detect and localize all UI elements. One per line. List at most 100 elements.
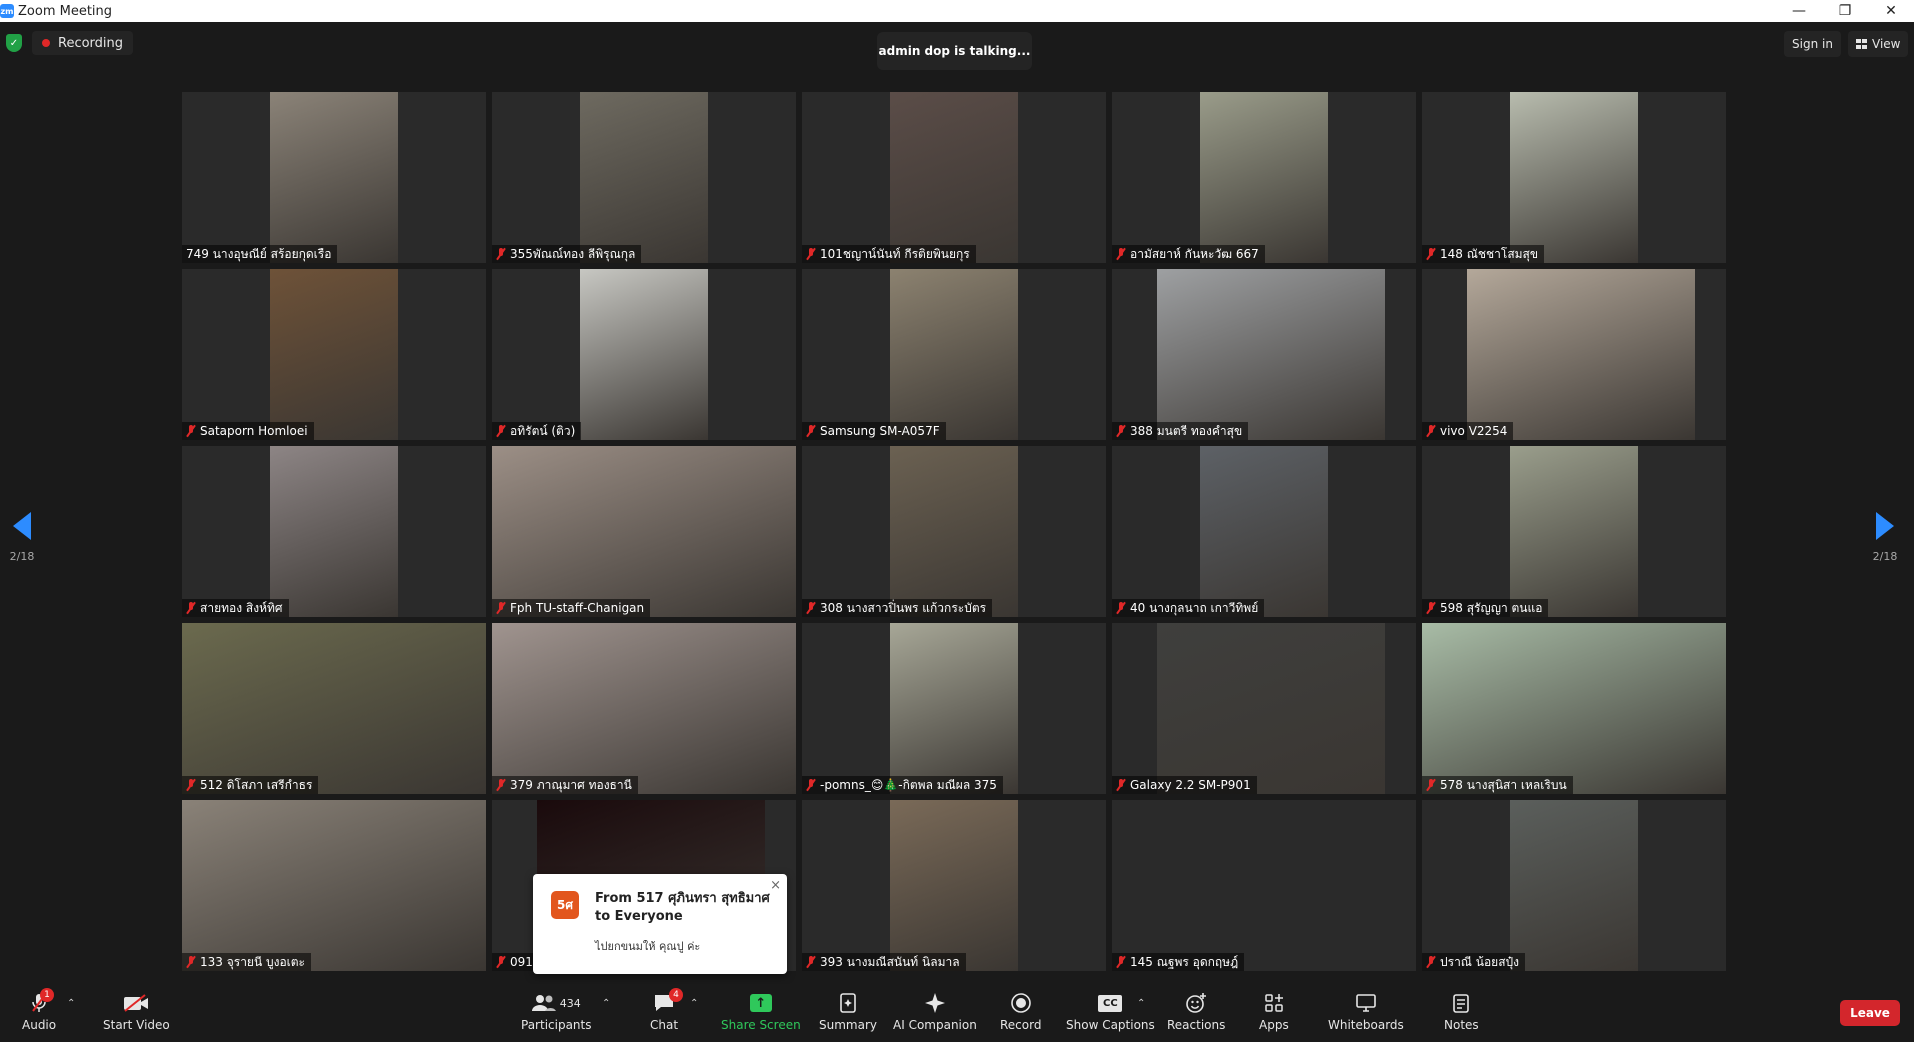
mic-muted-icon (1116, 248, 1126, 260)
participant-tile[interactable]: 578 นางสุนิสา เหลเริบน (1422, 623, 1726, 794)
participant-tile[interactable]: Galaxy 2.2 SM-P901 (1112, 623, 1416, 794)
participant-tile[interactable]: 393 นางมณีสนันท์ นิลมาล (802, 800, 1106, 971)
participant-tile[interactable]: 40 นางกุลนาถ เกาวีทิพย์ (1112, 446, 1416, 617)
participant-tile[interactable]: สายทอง สิงห์ทิศ (182, 446, 486, 617)
participant-name-label: อามัสยาห์ กันหะวัฒ 667 (1112, 245, 1265, 263)
mic-muted-icon (186, 779, 196, 791)
mic-muted-icon (186, 425, 196, 437)
sign-in-button[interactable]: Sign in (1784, 31, 1841, 57)
arrow-right-icon (1876, 512, 1894, 540)
participant-name-label: 091 (492, 953, 539, 971)
reactions-label: Reactions (1167, 1018, 1226, 1032)
apps-button[interactable]: Apps (1259, 992, 1289, 1032)
participant-tile[interactable]: 749 นางอุษณีย์ สร้อยกุดเรือ (182, 92, 486, 263)
captions-options-caret[interactable]: ⌃ (1137, 998, 1145, 1009)
ai-companion-button[interactable]: AI Companion (893, 992, 977, 1032)
recording-dot-icon (42, 39, 50, 47)
participant-tile[interactable]: Fph TU-staff-Chanigan (492, 446, 796, 617)
chat-label: Chat (650, 1018, 679, 1032)
participant-tile[interactable]: อามัสยาห์ กันหะวัฒ 667 (1112, 92, 1416, 263)
mic-muted-icon (1426, 425, 1436, 437)
participant-video-feed (1157, 623, 1385, 794)
participant-tile[interactable]: อทิรัตน์ (ติว) (492, 269, 796, 440)
chat-options-caret[interactable]: ⌃ (690, 998, 698, 1009)
participant-tile[interactable]: 512 ดิโสภา เสรีกำธร (182, 623, 486, 794)
participant-name-label: -pomns_😊🎄-กิตพล มณีผล 375 (802, 776, 1003, 794)
meeting-toolbar: 1 Audio ⌃ Start Video 434 Participants ⌃… (0, 984, 1914, 1042)
sparkle-icon (923, 992, 947, 1014)
whiteboards-button[interactable]: Whiteboards (1328, 992, 1404, 1032)
notes-button[interactable]: Notes (1444, 992, 1479, 1032)
participant-tile[interactable]: 598 สุรัญญา ตนแอ (1422, 446, 1726, 617)
security-shield-icon[interactable]: ✓ (6, 34, 22, 52)
window-titlebar: zm Zoom Meeting — ❐ ✕ (0, 0, 1914, 22)
summary-button[interactable]: Summary (819, 992, 877, 1032)
notes-label: Notes (1444, 1018, 1479, 1032)
close-window-button[interactable]: ✕ (1868, 0, 1914, 22)
show-captions-label: Show Captions (1066, 1018, 1155, 1032)
participant-tile[interactable]: ปราณี น้อยสปุ๋ง (1422, 800, 1726, 971)
participant-name: 379 ภาณุมาศ ทองธานี (510, 777, 632, 792)
participant-name-label: Sataporn Homloei (182, 422, 314, 440)
participant-name-label: 598 สุรัญญา ตนแอ (1422, 599, 1549, 617)
participant-name: 40 นางกุลนาถ เกาวีทิพย์ (1130, 600, 1259, 615)
participant-tile[interactable]: 308 นางสาวปิ่นพร แก้วกระบัตร (802, 446, 1106, 617)
chat-badge: 4 (669, 988, 684, 1002)
reactions-button[interactable]: Reactions (1167, 992, 1225, 1032)
next-page-button[interactable]: 2/18 (1865, 512, 1905, 563)
mic-muted-icon (496, 956, 506, 968)
previous-page-button[interactable]: 2/18 (2, 512, 42, 563)
participants-count: 434 (559, 996, 581, 1010)
participants-options-caret[interactable]: ⌃ (602, 998, 610, 1009)
participant-tile[interactable]: -pomns_😊🎄-กิตพล มณีผล 375 (802, 623, 1106, 794)
participant-name-label: 145 ณฐพร อุดกฤษฎ์ (1112, 953, 1245, 971)
participant-name-label: 355พัณณ์ทอง ลีพิรุณกุล (492, 245, 642, 263)
gallery-grid-icon (1856, 39, 1867, 49)
participant-tile[interactable]: 355พัณณ์ทอง ลีพิรุณกุล (492, 92, 796, 263)
close-icon[interactable]: × (770, 878, 781, 893)
participant-tile[interactable]: vivo V2254 (1422, 269, 1726, 440)
restore-button[interactable]: ❐ (1822, 0, 1868, 22)
participant-tile[interactable]: 388 มนตรี ทองคำสุข (1112, 269, 1416, 440)
participant-name: 393 นางมณีสนันท์ นิลมาล (820, 954, 960, 969)
audio-button[interactable]: 1 Audio (22, 988, 56, 1032)
reactions-icon (1185, 992, 1207, 1014)
chat-button[interactable]: 4 Chat (650, 988, 684, 1032)
arrow-left-icon (13, 512, 31, 540)
chat-notification-popup[interactable]: 5ศ From 517 ศุภินทรา สุทธิมาศ to Everyon… (533, 874, 787, 974)
participant-name: ปราณี น้อยสปุ๋ง (1440, 954, 1519, 969)
audio-options-caret[interactable]: ⌃ (67, 998, 75, 1009)
mic-muted-icon (1116, 956, 1126, 968)
participant-video-feed (1157, 269, 1385, 440)
leave-button[interactable]: Leave (1840, 1000, 1900, 1026)
participant-tile[interactable]: 148 ณัชชาโสมสุข (1422, 92, 1726, 263)
participant-tile[interactable]: 101ชญาน์นันท์ กีรติยพินยกุร (802, 92, 1106, 263)
mic-muted-icon (186, 956, 196, 968)
share-screen-button[interactable]: ↑ Share Screen (721, 992, 801, 1032)
participant-name: 148 ณัชชาโสมสุข (1440, 246, 1539, 261)
recording-indicator[interactable]: Recording (32, 31, 134, 55)
participant-tile[interactable]: 133 จุรายนี บูงอเตะ (182, 800, 486, 971)
participant-tile[interactable]: 145 ณฐพร อุดกฤษฎ์ (1112, 800, 1416, 971)
ai-companion-label: AI Companion (893, 1018, 977, 1032)
chat-sender-line: From 517 ศุภินทรา สุทธิมาศ to Everyone (595, 891, 770, 924)
record-button[interactable]: Record (1000, 992, 1041, 1032)
recording-label: Recording (58, 35, 124, 51)
participant-name-label: 101ชญาน์นันท์ กีรติยพินยกุร (802, 245, 976, 263)
mic-muted-icon (806, 602, 816, 614)
notes-icon (1452, 992, 1470, 1014)
participant-name: vivo V2254 (1440, 424, 1508, 438)
participant-tile[interactable]: Sataporn Homloei (182, 269, 486, 440)
summary-icon (839, 992, 857, 1014)
minimize-button[interactable]: — (1776, 0, 1822, 22)
start-video-button[interactable]: Start Video (103, 992, 170, 1032)
mic-muted-icon (806, 779, 816, 791)
audio-badge: 1 (40, 988, 55, 1002)
participants-button[interactable]: 434 Participants (521, 992, 592, 1032)
participant-video-feed (270, 92, 398, 263)
meeting-topbar: ✓ Recording admin dop is talking... Sign… (0, 22, 1914, 82)
participant-tile[interactable]: 379 ภาณุมาศ ทองธานี (492, 623, 796, 794)
participant-video-feed (182, 800, 486, 971)
participant-tile[interactable]: Samsung SM-A057F (802, 269, 1106, 440)
view-button[interactable]: View (1848, 31, 1909, 57)
